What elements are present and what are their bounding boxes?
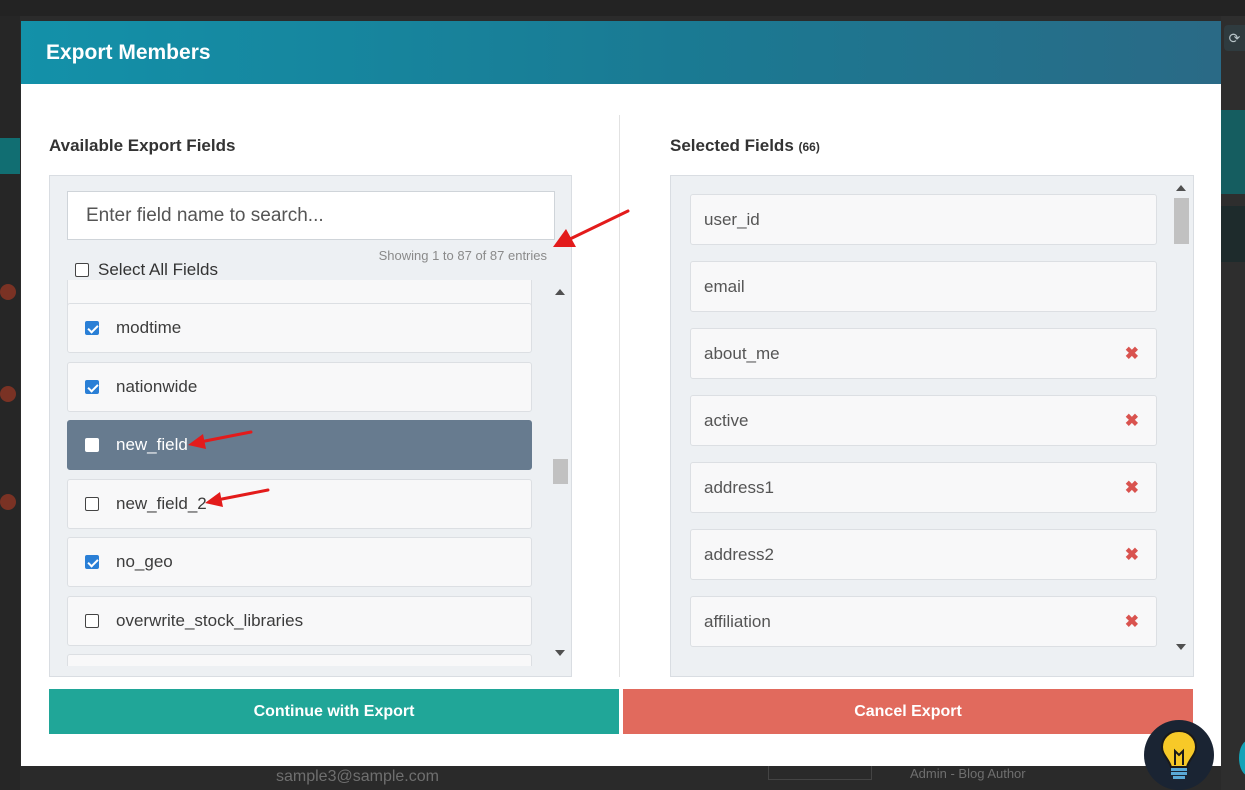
selected-field-label: email — [704, 276, 745, 296]
selected-fields-panel: user_id email about_me ✖ active ✖ addres… — [670, 175, 1194, 677]
field-label: new_field_2 — [116, 494, 207, 513]
background-badge — [0, 494, 16, 510]
showing-entries-text: Showing 1 to 87 of 87 entries — [378, 248, 547, 263]
scroll-up-icon[interactable] — [1176, 185, 1186, 191]
field-label: new_field — [116, 435, 188, 454]
list-item[interactable]: no_geo — [67, 537, 532, 587]
selected-field-label: user_id — [704, 209, 760, 229]
selected-field-label: address1 — [704, 477, 774, 497]
modal-header: Export Members — [21, 21, 1221, 84]
background-right-panel — [1221, 16, 1245, 790]
available-fields-scroll-thumb[interactable] — [553, 459, 568, 484]
selected-field-item[interactable]: active ✖ — [690, 395, 1157, 446]
selected-field-item[interactable]: about_me ✖ — [690, 328, 1157, 379]
list-item-highlighted[interactable]: new_field — [67, 420, 532, 470]
refresh-icon: ⟳ — [1224, 25, 1245, 51]
help-bulb-button[interactable] — [1144, 720, 1214, 790]
remove-field-icon[interactable]: ✖ — [1125, 545, 1139, 565]
remove-field-icon[interactable]: ✖ — [1125, 411, 1139, 431]
field-label: no_geo — [116, 552, 173, 571]
select-all-checkbox[interactable] — [75, 263, 89, 277]
selected-field-item[interactable]: address2 ✖ — [690, 529, 1157, 580]
modal-title: Export Members — [46, 40, 211, 64]
selected-field-item[interactable]: affiliation ✖ — [690, 596, 1157, 647]
field-label: nationwide — [116, 377, 198, 396]
remove-field-icon[interactable]: ✖ — [1125, 612, 1139, 632]
field-label: modtime — [116, 318, 182, 337]
scroll-down-icon[interactable] — [1176, 644, 1186, 650]
selected-fields-title-text: Selected Fields — [670, 136, 794, 155]
selected-field-label: active — [704, 410, 749, 430]
select-all-fields[interactable]: Select All Fields — [75, 260, 218, 280]
scroll-down-icon[interactable] — [555, 650, 565, 656]
background-badge — [0, 386, 16, 402]
field-checkbox[interactable] — [85, 497, 99, 511]
available-fields-panel: Showing 1 to 87 of 87 entries Select All… — [49, 175, 572, 677]
list-item[interactable]: new_field_2 — [67, 479, 532, 529]
selected-field-item[interactable]: user_id — [690, 194, 1157, 245]
field-checkbox[interactable] — [85, 555, 99, 569]
selected-field-item[interactable]: address1 ✖ — [690, 462, 1157, 513]
background-footer-row — [20, 766, 1221, 790]
background-input-box — [768, 766, 872, 780]
field-search-input[interactable] — [67, 191, 555, 240]
remove-field-icon[interactable]: ✖ — [1125, 344, 1139, 364]
selected-field-label: address2 — [704, 544, 774, 564]
background-badge — [0, 284, 16, 300]
selected-fields-title: Selected Fields (66) — [670, 136, 820, 156]
select-all-label: Select All Fields — [98, 260, 218, 279]
selected-field-label: affiliation — [704, 611, 771, 631]
field-checkbox[interactable] — [85, 380, 99, 394]
list-item[interactable]: overwrite_stock_libraries — [67, 596, 532, 646]
selected-fields-scroll-thumb[interactable] — [1174, 198, 1189, 244]
selected-field-label: about_me — [704, 343, 780, 363]
field-checkbox[interactable] — [85, 614, 99, 628]
selected-fields-count: (66) — [798, 140, 820, 154]
scroll-up-icon[interactable] — [555, 289, 565, 295]
available-fields-title: Available Export Fields — [49, 136, 236, 155]
background-topbar — [0, 0, 1245, 16]
continue-export-button[interactable]: Continue with Export — [49, 689, 619, 734]
background-author: Admin - Blog Author — [910, 766, 1026, 781]
cancel-export-button[interactable]: Cancel Export — [623, 689, 1193, 734]
background-right-button — [1221, 206, 1245, 262]
available-fields-list: modtime nationwide new_field new_field_2… — [67, 280, 534, 666]
list-item[interactable] — [67, 654, 532, 666]
background-sidebar-active — [0, 138, 20, 174]
field-label: overwrite_stock_libraries — [116, 611, 304, 630]
column-divider — [619, 115, 620, 677]
background-avatar-tile — [1221, 110, 1245, 194]
list-item[interactable]: nationwide — [67, 362, 532, 412]
field-checkbox[interactable] — [85, 438, 99, 452]
remove-field-icon[interactable]: ✖ — [1125, 478, 1139, 498]
selected-field-item[interactable]: email — [690, 261, 1157, 312]
export-members-modal: Export Members Available Export Fields S… — [21, 21, 1221, 766]
field-checkbox[interactable] — [85, 321, 99, 335]
lightbulb-icon — [1160, 729, 1198, 779]
list-item[interactable]: modtime — [67, 303, 532, 353]
background-sidebar — [0, 16, 20, 790]
background-email: sample3@sample.com — [276, 768, 439, 785]
